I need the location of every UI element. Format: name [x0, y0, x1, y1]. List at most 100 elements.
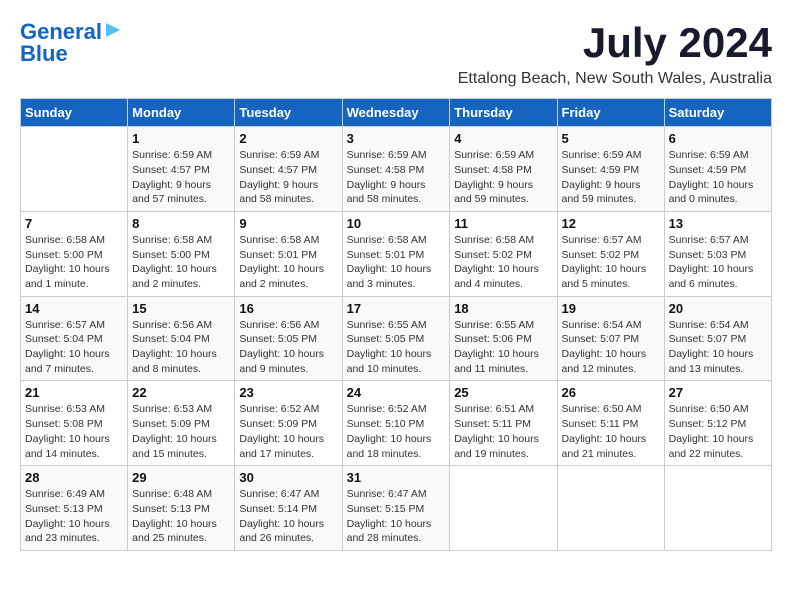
- calendar-cell: 23 Sunrise: 6:52 AMSunset: 5:09 PMDayligh…: [235, 381, 342, 466]
- day-number: 7: [25, 216, 123, 231]
- calendar-cell: 28 Sunrise: 6:49 AMSunset: 5:13 PMDayligh…: [21, 466, 128, 551]
- calendar-cell: 20 Sunrise: 6:54 AMSunset: 5:07 PMDayligh…: [664, 296, 771, 381]
- day-info: Sunrise: 6:59 AMSunset: 4:59 PMDaylight:…: [669, 148, 767, 207]
- day-number: 31: [347, 470, 446, 485]
- calendar-cell: 10Sunrise: 6:58 AMSunset: 5:01 PMDayligh…: [342, 211, 450, 296]
- day-info: Sunrise: 6:59 AMSunset: 4:57 PMDaylight:…: [239, 148, 337, 207]
- day-info: Sunrise: 6:54 AMSunset: 5:07 PMDaylight:…: [562, 318, 660, 377]
- week-row-2: 7 Sunrise: 6:58 AMSunset: 5:00 PMDaylight…: [21, 211, 772, 296]
- calendar-cell: 11Sunrise: 6:58 AMSunset: 5:02 PMDayligh…: [450, 211, 557, 296]
- day-info: Sunrise: 6:48 AMSunset: 5:13 PMDaylight:…: [132, 487, 230, 546]
- day-info: Sunrise: 6:51 AMSunset: 5:11 PMDaylight:…: [454, 402, 552, 461]
- day-header-wednesday: Wednesday: [342, 99, 450, 127]
- day-info: Sunrise: 6:56 AMSunset: 5:05 PMDaylight:…: [239, 318, 337, 377]
- day-header-sunday: Sunday: [21, 99, 128, 127]
- day-number: 6: [669, 131, 767, 146]
- day-info: Sunrise: 6:59 AMSunset: 4:59 PMDaylight:…: [562, 148, 660, 207]
- day-info: Sunrise: 6:53 AMSunset: 5:08 PMDaylight:…: [25, 402, 123, 461]
- calendar-cell: 4 Sunrise: 6:59 AMSunset: 4:58 PMDaylight…: [450, 127, 557, 212]
- day-header-friday: Friday: [557, 99, 664, 127]
- day-info: Sunrise: 6:52 AMSunset: 5:09 PMDaylight:…: [239, 402, 337, 461]
- day-number: 23: [239, 385, 337, 400]
- logo-arrow-icon: [104, 21, 122, 39]
- calendar-cell: [21, 127, 128, 212]
- calendar-cell: 12Sunrise: 6:57 AMSunset: 5:02 PMDayligh…: [557, 211, 664, 296]
- day-number: 28: [25, 470, 123, 485]
- day-number: 5: [562, 131, 660, 146]
- day-number: 29: [132, 470, 230, 485]
- day-number: 17: [347, 301, 446, 316]
- day-number: 4: [454, 131, 552, 146]
- calendar-cell: 1 Sunrise: 6:59 AMSunset: 4:57 PMDaylight…: [128, 127, 235, 212]
- calendar-cell: 16Sunrise: 6:56 AMSunset: 5:05 PMDayligh…: [235, 296, 342, 381]
- days-header-row: SundayMondayTuesdayWednesdayThursdayFrid…: [21, 99, 772, 127]
- day-number: 3: [347, 131, 446, 146]
- day-number: 12: [562, 216, 660, 231]
- calendar-cell: 27 Sunrise: 6:50 AMSunset: 5:12 PMDayligh…: [664, 381, 771, 466]
- day-info: Sunrise: 6:58 AMSunset: 5:00 PMDaylight:…: [25, 233, 123, 292]
- day-number: 10: [347, 216, 446, 231]
- calendar-cell: 30Sunrise: 6:47 AMSunset: 5:14 PMDayligh…: [235, 466, 342, 551]
- day-number: 14: [25, 301, 123, 316]
- day-info: Sunrise: 6:54 AMSunset: 5:07 PMDaylight:…: [669, 318, 767, 377]
- week-row-5: 28 Sunrise: 6:49 AMSunset: 5:13 PMDayligh…: [21, 466, 772, 551]
- calendar-cell: 14 Sunrise: 6:57 AMSunset: 5:04 PMDayligh…: [21, 296, 128, 381]
- calendar-cell: 31 Sunrise: 6:47 AMSunset: 5:15 PMDayligh…: [342, 466, 450, 551]
- day-number: 19: [562, 301, 660, 316]
- calendar-table: SundayMondayTuesdayWednesdayThursdayFrid…: [20, 98, 772, 551]
- calendar-cell: 22Sunrise: 6:53 AMSunset: 5:09 PMDayligh…: [128, 381, 235, 466]
- calendar-cell: 29 Sunrise: 6:48 AMSunset: 5:13 PMDayligh…: [128, 466, 235, 551]
- calendar-cell: 6 Sunrise: 6:59 AMSunset: 4:59 PMDaylight…: [664, 127, 771, 212]
- calendar-cell: 18 Sunrise: 6:55 AMSunset: 5:06 PMDayligh…: [450, 296, 557, 381]
- day-info: Sunrise: 6:58 AMSunset: 5:02 PMDaylight:…: [454, 233, 552, 292]
- day-info: Sunrise: 6:52 AMSunset: 5:10 PMDaylight:…: [347, 402, 446, 461]
- calendar-cell: [557, 466, 664, 551]
- calendar-cell: 3 Sunrise: 6:59 AMSunset: 4:58 PMDaylight…: [342, 127, 450, 212]
- week-row-4: 21Sunrise: 6:53 AMSunset: 5:08 PMDayligh…: [21, 381, 772, 466]
- page-header: General Blue July 2024 Ettalong Beach, N…: [20, 20, 772, 88]
- day-number: 1: [132, 131, 230, 146]
- day-number: 24: [347, 385, 446, 400]
- logo-blue: Blue: [20, 42, 68, 66]
- week-row-3: 14 Sunrise: 6:57 AMSunset: 5:04 PMDayligh…: [21, 296, 772, 381]
- calendar-cell: 19 Sunrise: 6:54 AMSunset: 5:07 PMDayligh…: [557, 296, 664, 381]
- day-header-thursday: Thursday: [450, 99, 557, 127]
- day-info: Sunrise: 6:56 AMSunset: 5:04 PMDaylight:…: [132, 318, 230, 377]
- day-info: Sunrise: 6:59 AMSunset: 4:58 PMDaylight:…: [454, 148, 552, 207]
- day-info: Sunrise: 6:57 AMSunset: 5:03 PMDaylight:…: [669, 233, 767, 292]
- day-header-saturday: Saturday: [664, 99, 771, 127]
- day-number: 27: [669, 385, 767, 400]
- calendar-cell: 9 Sunrise: 6:58 AMSunset: 5:01 PMDaylight…: [235, 211, 342, 296]
- calendar-cell: 24 Sunrise: 6:52 AMSunset: 5:10 PMDayligh…: [342, 381, 450, 466]
- calendar-cell: 8Sunrise: 6:58 AMSunset: 5:00 PMDaylight…: [128, 211, 235, 296]
- day-number: 9: [239, 216, 337, 231]
- calendar-cell: 13 Sunrise: 6:57 AMSunset: 5:03 PMDayligh…: [664, 211, 771, 296]
- calendar-cell: 26 Sunrise: 6:50 AMSunset: 5:11 PMDayligh…: [557, 381, 664, 466]
- day-info: Sunrise: 6:55 AMSunset: 5:06 PMDaylight:…: [454, 318, 552, 377]
- day-info: Sunrise: 6:59 AMSunset: 4:58 PMDaylight:…: [347, 148, 446, 207]
- main-title: July 2024: [458, 20, 772, 66]
- day-info: Sunrise: 6:50 AMSunset: 5:12 PMDaylight:…: [669, 402, 767, 461]
- day-info: Sunrise: 6:59 AMSunset: 4:57 PMDaylight:…: [132, 148, 230, 207]
- week-row-1: 1 Sunrise: 6:59 AMSunset: 4:57 PMDaylight…: [21, 127, 772, 212]
- day-number: 8: [132, 216, 230, 231]
- day-info: Sunrise: 6:47 AMSunset: 5:15 PMDaylight:…: [347, 487, 446, 546]
- day-number: 22: [132, 385, 230, 400]
- day-number: 20: [669, 301, 767, 316]
- calendar-cell: 25Sunrise: 6:51 AMSunset: 5:11 PMDayligh…: [450, 381, 557, 466]
- day-info: Sunrise: 6:57 AMSunset: 5:04 PMDaylight:…: [25, 318, 123, 377]
- calendar-cell: [664, 466, 771, 551]
- day-info: Sunrise: 6:49 AMSunset: 5:13 PMDaylight:…: [25, 487, 123, 546]
- day-info: Sunrise: 6:47 AMSunset: 5:14 PMDaylight:…: [239, 487, 337, 546]
- day-number: 15: [132, 301, 230, 316]
- day-number: 26: [562, 385, 660, 400]
- title-block: July 2024 Ettalong Beach, New South Wale…: [458, 20, 772, 88]
- subtitle: Ettalong Beach, New South Wales, Austral…: [458, 70, 772, 88]
- day-header-monday: Monday: [128, 99, 235, 127]
- day-header-tuesday: Tuesday: [235, 99, 342, 127]
- day-info: Sunrise: 6:50 AMSunset: 5:11 PMDaylight:…: [562, 402, 660, 461]
- day-info: Sunrise: 6:58 AMSunset: 5:01 PMDaylight:…: [239, 233, 337, 292]
- day-number: 18: [454, 301, 552, 316]
- logo: General Blue: [20, 20, 122, 66]
- day-number: 13: [669, 216, 767, 231]
